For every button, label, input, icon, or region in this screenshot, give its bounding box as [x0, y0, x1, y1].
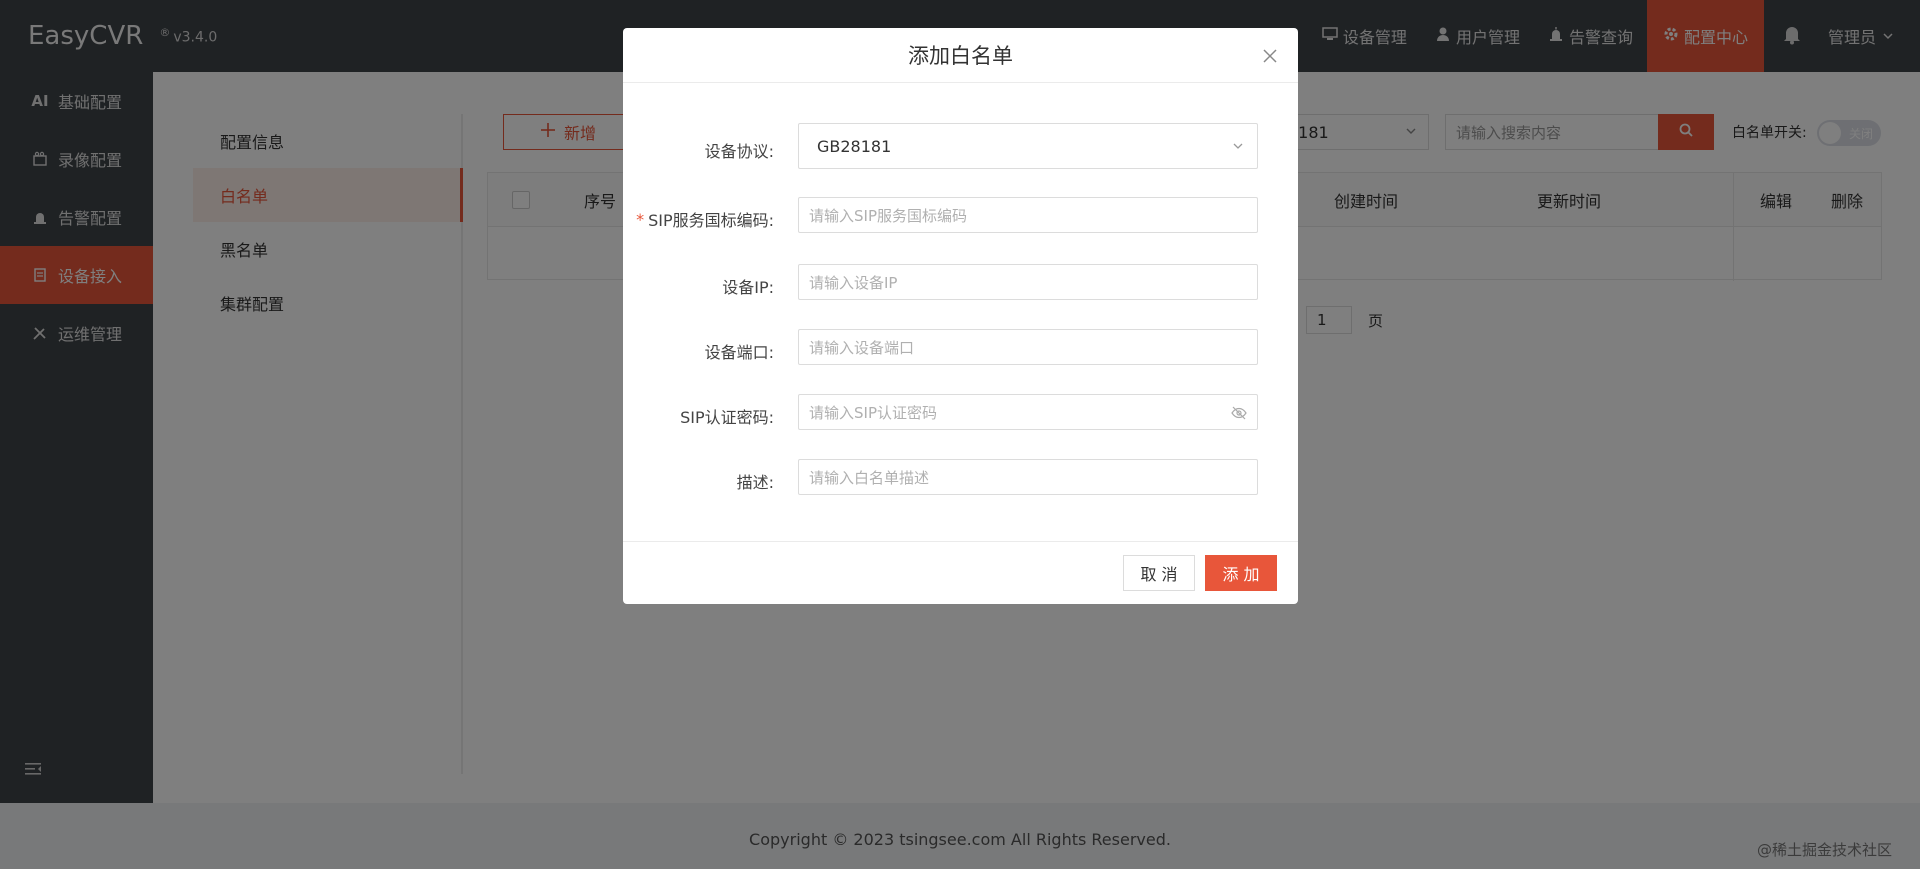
protocol-select[interactable]: GB28181 — [798, 123, 1258, 169]
close-icon[interactable] — [1260, 46, 1280, 66]
sip-password-label: SIP认证密码: — [680, 408, 774, 427]
form-row-device-ip: 设备IP: 请输入设备IP — [623, 264, 1298, 308]
cancel-button[interactable]: 取 消 — [1123, 555, 1195, 591]
dialog-title: 添加白名单 — [908, 44, 1013, 68]
form-row-description: 描述: 请输入白名单描述 — [623, 459, 1298, 503]
dialog-footer: 取 消 添 加 — [623, 541, 1298, 604]
protocol-label: 设备协议: — [704, 142, 774, 161]
device-ip-label: 设备IP: — [722, 278, 774, 297]
required-mark: * — [636, 209, 645, 229]
description-input[interactable]: 请输入白名单描述 — [798, 459, 1258, 495]
device-ip-input[interactable]: 请输入设备IP — [798, 264, 1258, 300]
sip-code-label: * SIP服务国标编码: — [636, 209, 774, 231]
sip-code-input[interactable]: 请输入SIP服务国标编码 — [798, 197, 1258, 233]
eye-off-icon[interactable] — [1231, 405, 1247, 425]
dialog-header: 添加白名单 — [623, 28, 1298, 83]
sip-password-input[interactable]: 请输入SIP认证密码 — [798, 394, 1258, 430]
form-row-protocol: 设备协议: GB28181 — [623, 123, 1298, 172]
form-row-sip-code: * SIP服务国标编码: 请输入SIP服务国标编码 — [623, 197, 1298, 241]
add-whitelist-dialog: 添加白名单 设备协议: GB28181 * SIP服务国标编码: 请输入SIP服… — [623, 28, 1298, 604]
device-port-label: 设备端口: — [704, 343, 774, 362]
confirm-add-button[interactable]: 添 加 — [1205, 555, 1277, 591]
chevron-down-icon — [1231, 138, 1245, 157]
form-row-device-port: 设备端口: 请输入设备端口 — [623, 329, 1298, 373]
device-port-input[interactable]: 请输入设备端口 — [798, 329, 1258, 365]
form-row-sip-password: SIP认证密码: 请输入SIP认证密码 — [623, 394, 1298, 438]
description-label: 描述: — [736, 473, 774, 492]
